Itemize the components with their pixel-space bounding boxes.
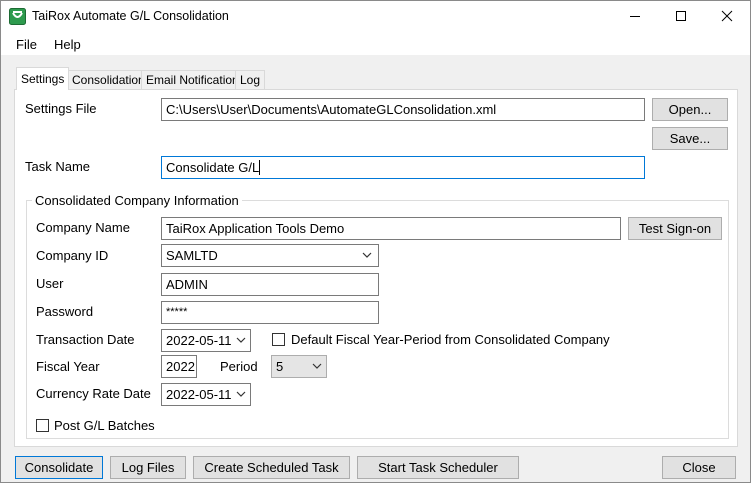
tab-consolidation[interactable]: Consolidation xyxy=(67,70,150,89)
start-task-scheduler-button[interactable]: Start Task Scheduler xyxy=(357,456,519,479)
tairox-logo-icon xyxy=(9,8,26,25)
settings-file-label: Settings File xyxy=(25,101,97,116)
close-icon xyxy=(721,10,733,22)
test-signon-label: Test Sign-on xyxy=(638,221,712,236)
default-fiscal-label: Default Fiscal Year-Period from Consolid… xyxy=(291,332,610,347)
create-scheduled-task-button[interactable]: Create Scheduled Task xyxy=(193,456,350,479)
currency-rate-date-picker[interactable]: 2022-05-11 xyxy=(161,383,251,406)
company-id-select[interactable]: SAMLTD xyxy=(161,244,379,267)
transaction-date-label: Transaction Date xyxy=(36,332,135,347)
group-title: Consolidated Company Information xyxy=(32,193,242,208)
password-field[interactable]: ***** xyxy=(161,301,379,324)
transaction-date-value: 2022-05-11 xyxy=(166,333,232,348)
settings-file-field[interactable]: C:\Users\User\Documents\AutomateGLConsol… xyxy=(161,98,645,121)
user-field[interactable]: ADMIN xyxy=(161,273,379,296)
text-caret xyxy=(259,160,261,175)
menu-bar: File Help xyxy=(1,32,750,55)
start-scheduler-label: Start Task Scheduler xyxy=(378,460,498,475)
fiscal-year-label: Fiscal Year xyxy=(36,359,100,374)
window-title: TaiRox Automate G/L Consolidation xyxy=(32,9,229,23)
maximize-button[interactable] xyxy=(658,1,704,31)
log-files-button[interactable]: Log Files xyxy=(110,456,186,479)
fiscal-year-field[interactable]: 2022 xyxy=(161,355,197,378)
tab-email-notification[interactable]: Email Notification xyxy=(141,70,244,89)
company-name-field[interactable]: TaiRox Application Tools Demo xyxy=(161,217,621,240)
close-window-button[interactable] xyxy=(704,1,750,31)
password-label: Password xyxy=(36,304,94,319)
default-fiscal-checkbox[interactable] xyxy=(272,333,285,346)
minimize-icon xyxy=(630,16,640,17)
user-label: User xyxy=(36,276,64,291)
main-window: TaiRox Automate G/L Consolidation File H… xyxy=(0,0,751,483)
open-button[interactable]: Open... xyxy=(652,98,728,121)
minimize-button[interactable] xyxy=(612,1,658,31)
consolidate-button[interactable]: Consolidate xyxy=(15,456,103,479)
period-label: Period xyxy=(220,359,258,374)
transaction-date-picker[interactable]: 2022-05-11 xyxy=(161,329,251,352)
post-batches-checkbox[interactable] xyxy=(36,419,49,432)
tab-log[interactable]: Log xyxy=(235,70,266,89)
company-id-value: SAMLTD xyxy=(166,248,218,263)
chevron-down-icon xyxy=(236,337,246,343)
save-button-label: Save... xyxy=(669,131,711,146)
consolidate-label: Consolidate xyxy=(24,460,94,475)
close-button[interactable]: Close xyxy=(662,456,736,479)
close-label: Close xyxy=(682,460,716,475)
task-name-field[interactable]: Consolidate G/L xyxy=(161,156,645,179)
period-select[interactable]: 5 xyxy=(271,355,327,378)
maximize-icon xyxy=(676,11,686,21)
open-button-label: Open... xyxy=(668,102,712,117)
task-name-label: Task Name xyxy=(25,159,91,174)
save-button[interactable]: Save... xyxy=(652,127,728,150)
title-bar[interactable]: TaiRox Automate G/L Consolidation xyxy=(1,1,750,32)
period-value: 5 xyxy=(276,359,284,374)
company-id-label: Company ID xyxy=(36,248,109,263)
currency-rate-date-label: Currency Rate Date xyxy=(36,386,151,401)
chevron-down-icon xyxy=(362,252,372,258)
chevron-down-icon xyxy=(312,363,322,369)
post-batches-label: Post G/L Batches xyxy=(54,418,155,433)
tab-settings[interactable]: Settings xyxy=(16,67,70,90)
log-files-label: Log Files xyxy=(121,460,175,475)
task-name-value: Consolidate G/L xyxy=(166,160,260,175)
company-name-label: Company Name xyxy=(36,220,130,235)
chevron-down-icon xyxy=(236,391,246,397)
menu-file[interactable]: File xyxy=(16,37,37,52)
currency-rate-date-value: 2022-05-11 xyxy=(166,387,232,402)
create-task-label: Create Scheduled Task xyxy=(204,460,339,475)
test-signon-button[interactable]: Test Sign-on xyxy=(628,217,722,240)
menu-help[interactable]: Help xyxy=(54,37,81,52)
